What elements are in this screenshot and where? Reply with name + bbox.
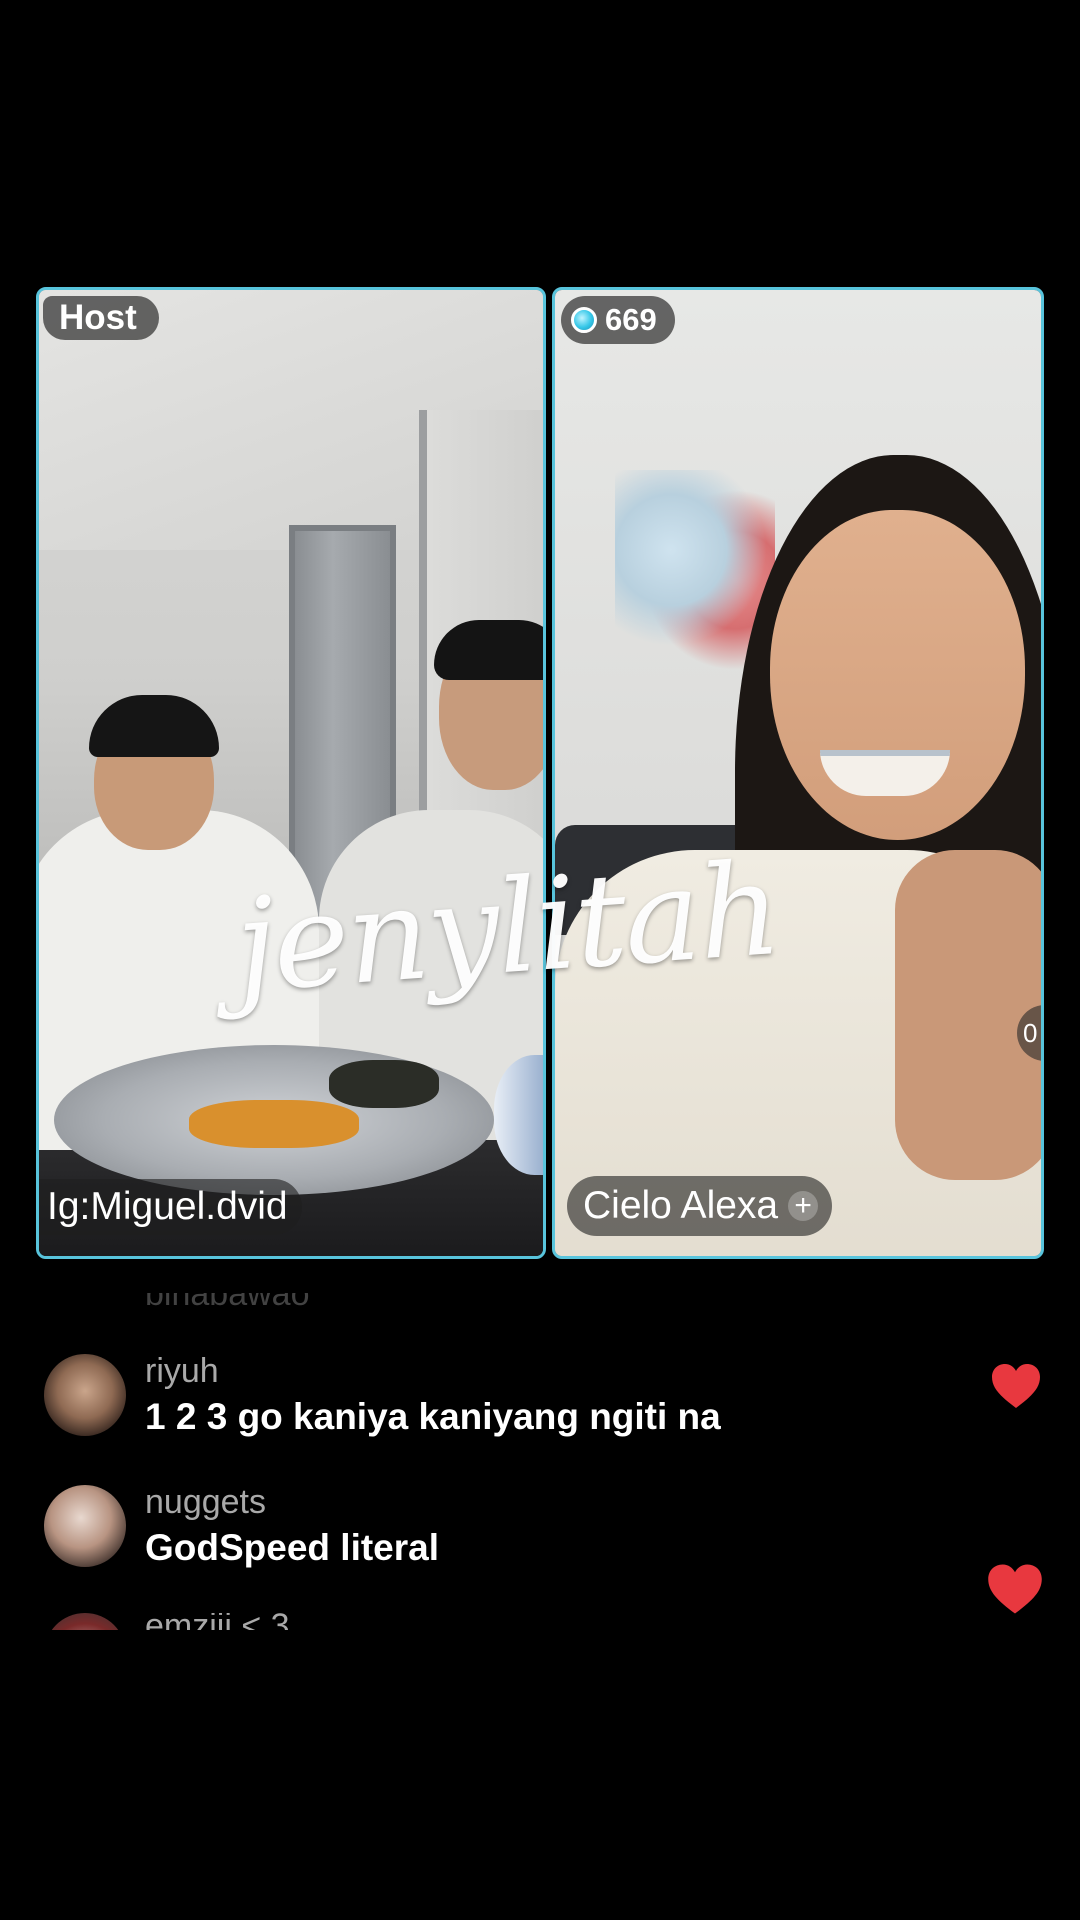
gem-icon: [571, 307, 597, 333]
seaweed: [329, 1060, 439, 1108]
comment-username[interactable]: riyuh: [145, 1352, 219, 1391]
guest-hand: [895, 850, 1041, 1180]
avatar[interactable]: [44, 1354, 126, 1436]
comment-text: 1 2 3 go kaniya kaniyang ngiti na: [145, 1396, 721, 1437]
score-value: 669: [605, 302, 657, 337]
person-1-cap: [89, 695, 219, 757]
food: [189, 1100, 359, 1148]
avatar[interactable]: [44, 1485, 126, 1567]
comment-item[interactable]: nuggets GodSpeed literal: [44, 1483, 1044, 1595]
follow-plus-icon[interactable]: +: [788, 1191, 819, 1221]
live-stream-screen: Host Ig:Miguel.dvid 669 0 Cielo Alexa +: [0, 0, 1080, 1920]
comment-cutoff-text: bihabawao: [145, 1275, 310, 1311]
bottom-black-area: [0, 1630, 1080, 1920]
side-chip-label: 0: [1023, 1017, 1038, 1048]
host-badge-label: Host: [59, 298, 137, 337]
heart-icon: [992, 1364, 1040, 1408]
comment-username[interactable]: nuggets: [145, 1483, 266, 1522]
guest-video-feed: [555, 290, 1041, 1256]
host-video-panel[interactable]: Host Ig:Miguel.dvid: [36, 287, 546, 1259]
host-video-feed: [39, 290, 543, 1256]
host-handle: Ig:Miguel.dvid: [47, 1185, 288, 1228]
host-badge: Host: [43, 296, 159, 340]
guest-video-panel[interactable]: 669 0 Cielo Alexa +: [552, 287, 1044, 1259]
person-2-hair: [434, 620, 543, 680]
host-name-badge[interactable]: Ig:Miguel.dvid: [39, 1179, 302, 1235]
guest-name-badge[interactable]: Cielo Alexa +: [567, 1176, 833, 1236]
comment-text: GodSpeed literal: [145, 1527, 440, 1568]
comment-item[interactable]: riyuh 1 2 3 go kaniya kaniyang ngiti na: [44, 1352, 1044, 1464]
score-badge[interactable]: 669: [561, 296, 675, 344]
heart-icon: [988, 1564, 1042, 1614]
guest-name: Cielo Alexa: [583, 1184, 779, 1227]
